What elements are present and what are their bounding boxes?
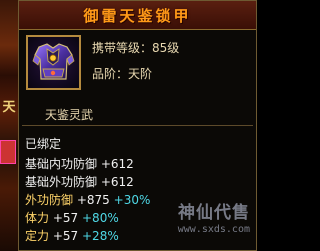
bind-status: 已绑定 — [25, 137, 62, 151]
stat-bonus: +30% — [113, 193, 151, 207]
required-level: 携带等级：85级 — [92, 41, 180, 55]
item-icon-slot[interactable] — [26, 35, 81, 90]
background-glyph: 天 — [2, 100, 16, 115]
stat-label: 基础内功防御 — [25, 157, 98, 171]
stat-label: 体力 — [25, 211, 50, 225]
background-fragment — [0, 140, 16, 164]
stat-value: +875 — [76, 193, 110, 207]
watermark-url: www.sxds.com — [177, 224, 250, 235]
stat-bonus: +28% — [82, 229, 119, 243]
stat-label: 基础外功防御 — [25, 175, 98, 189]
stat-value: +612 — [100, 157, 134, 171]
section-divider — [22, 125, 253, 126]
stat-label: 外功防御 — [25, 193, 74, 207]
stat-row: 体力 +57 +80% — [25, 209, 119, 226]
stat-row: 基础外功防御 +612 — [25, 173, 134, 190]
stat-row: 外功防御 +875 +30% — [25, 191, 150, 208]
stat-label: 定力 — [25, 229, 50, 243]
tooltip-title-bar: 御雷天鉴锁甲 — [19, 1, 256, 30]
stat-value: +57 — [52, 211, 79, 225]
stat-row: 定力 +57 +28% — [25, 227, 119, 244]
site-watermark: 神仙代售 www.sxds.com — [150, 198, 250, 246]
armor-icon — [32, 43, 75, 80]
item-grade: 品阶：天阶 — [92, 67, 153, 81]
stat-row: 基础内功防御 +612 — [25, 155, 134, 172]
watermark-text: 神仙代售 — [178, 203, 250, 223]
item-name: 天鉴灵武 — [45, 108, 94, 122]
stat-value: +612 — [100, 175, 134, 189]
background-game-scene: 天 — [0, 0, 18, 251]
stat-bonus: +80% — [82, 211, 119, 225]
item-title: 御雷天鉴锁甲 — [83, 7, 192, 25]
stat-value: +57 — [52, 229, 79, 243]
